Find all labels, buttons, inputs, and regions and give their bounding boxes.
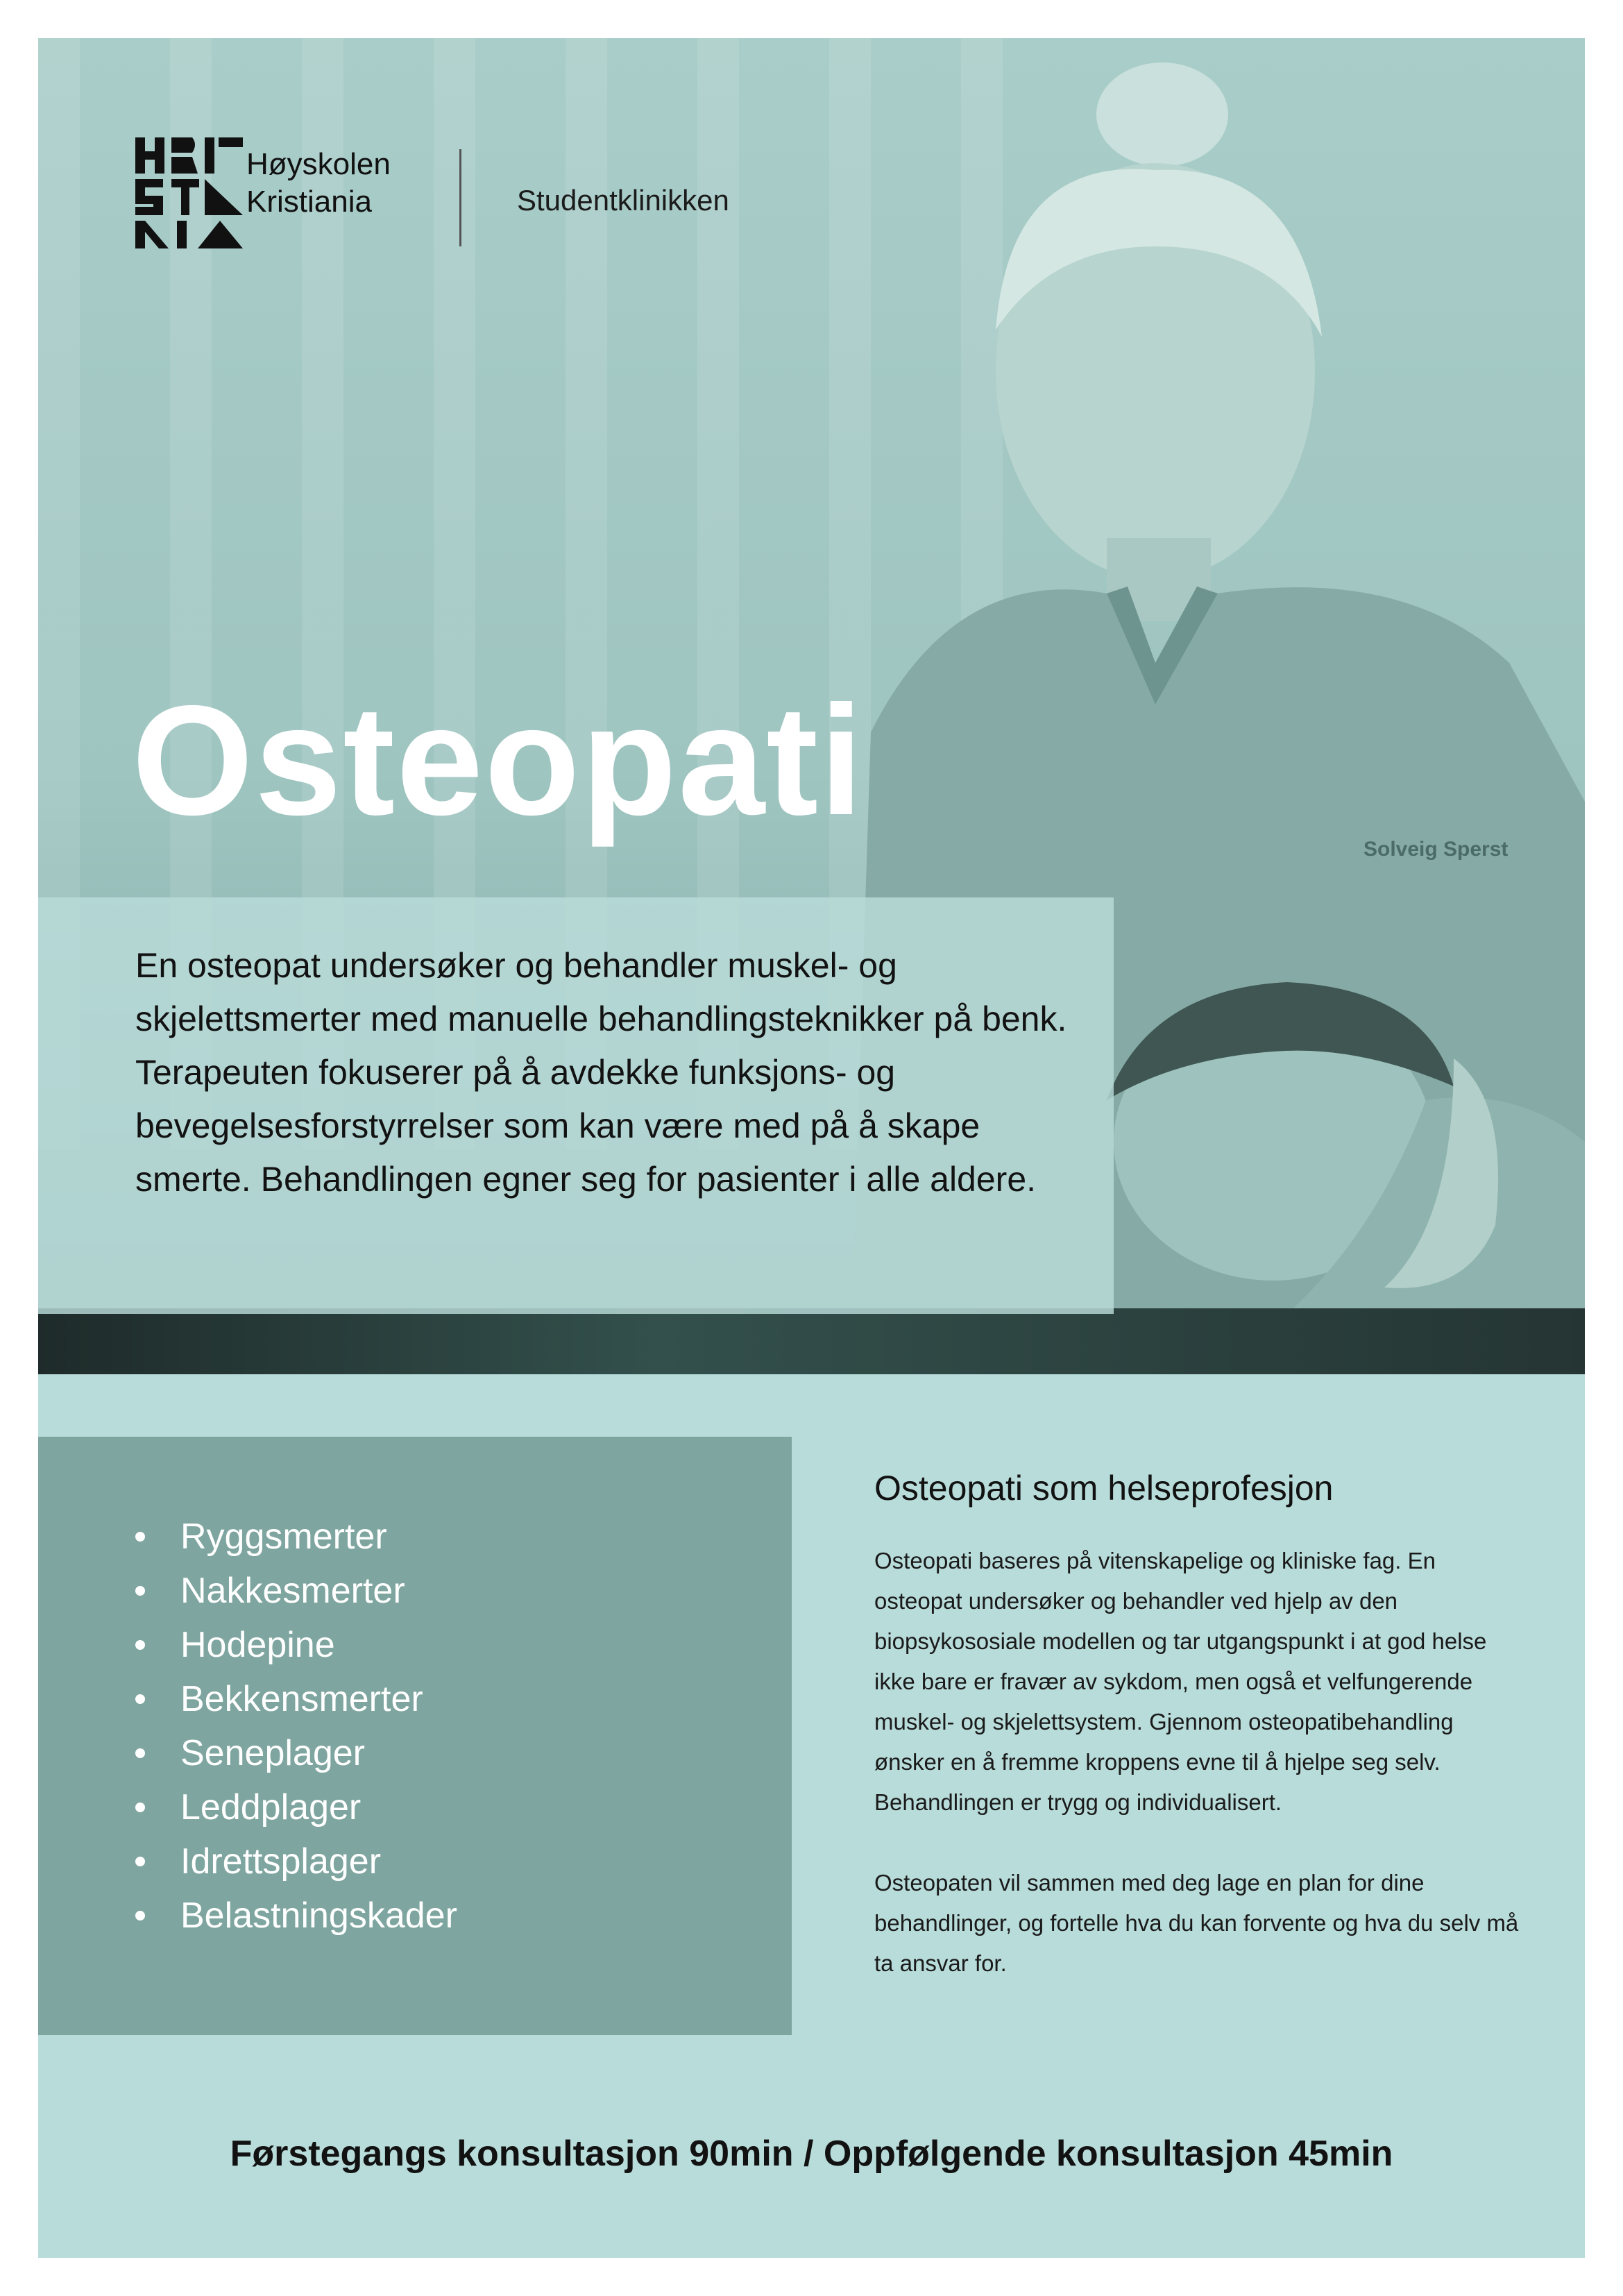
profession-heading: Osteopati som helseprofesjon [874,1469,1334,1508]
list-item-label: Ryggsmerter [180,1517,387,1557]
header-divider [459,149,461,246]
brand-line-2: Kristiania [246,185,372,219]
list-item-label: Bekkensmerter [180,1679,423,1719]
hero-floor [38,1308,1585,1374]
page-title: Osteopati [132,673,865,847]
conditions-list: Ryggsmerter Nakkesmerter Hodepine Bekken… [132,1510,457,1943]
school-logo [135,137,243,248]
bullet-icon [135,1857,145,1866]
list-item: Leddplager [132,1780,457,1834]
bullet-icon [135,1532,145,1542]
bullet-icon [135,1694,145,1704]
profession-body: Osteopati baseres på vitenskapelige og k… [874,1541,1520,2024]
list-item: Seneplager [132,1726,457,1780]
bullet-icon [135,1911,145,1921]
brand-line-1: Høyskolen [246,147,391,181]
brand-name: Høyskolen Kristiania [246,146,391,221]
list-item-label: Hodepine [180,1625,335,1665]
list-item: Bekkensmerter [132,1672,457,1726]
list-item: Ryggsmerter [132,1510,457,1564]
list-item-label: Idrettsplager [180,1841,382,1882]
list-item: Hodepine [132,1618,457,1672]
bullet-icon [135,1586,145,1596]
profession-paragraph-1: Osteopati baseres på vitenskapelige og k… [874,1548,1487,1815]
list-item: Belastningskader [132,1889,457,1943]
list-item-label: Leddplager [180,1787,362,1827]
bullet-icon [135,1803,145,1812]
bullet-icon [135,1640,145,1650]
intro-text: En osteopat undersøker og behandler musk… [135,946,1067,1199]
name-tag-text: Solveig Sperst [1363,838,1508,861]
profession-paragraph-2: Osteopaten vil sammen med deg lage en pl… [874,1870,1519,1976]
list-item-label: Nakkesmerter [180,1571,405,1611]
list-item: Idrettsplager [132,1834,457,1889]
list-item: Nakkesmerter [132,1564,457,1618]
clinic-name: Studentklinikken [517,184,729,217]
list-item-label: Belastningskader [180,1896,457,1936]
consultation-info: Førstegangs konsultasjon 90min / Oppfølg… [230,2134,1393,2174]
bullet-icon [135,1748,145,1758]
poster: Solveig Sperst Høyskolen Kristiania Stud… [38,38,1585,2258]
list-item-label: Seneplager [180,1733,365,1773]
